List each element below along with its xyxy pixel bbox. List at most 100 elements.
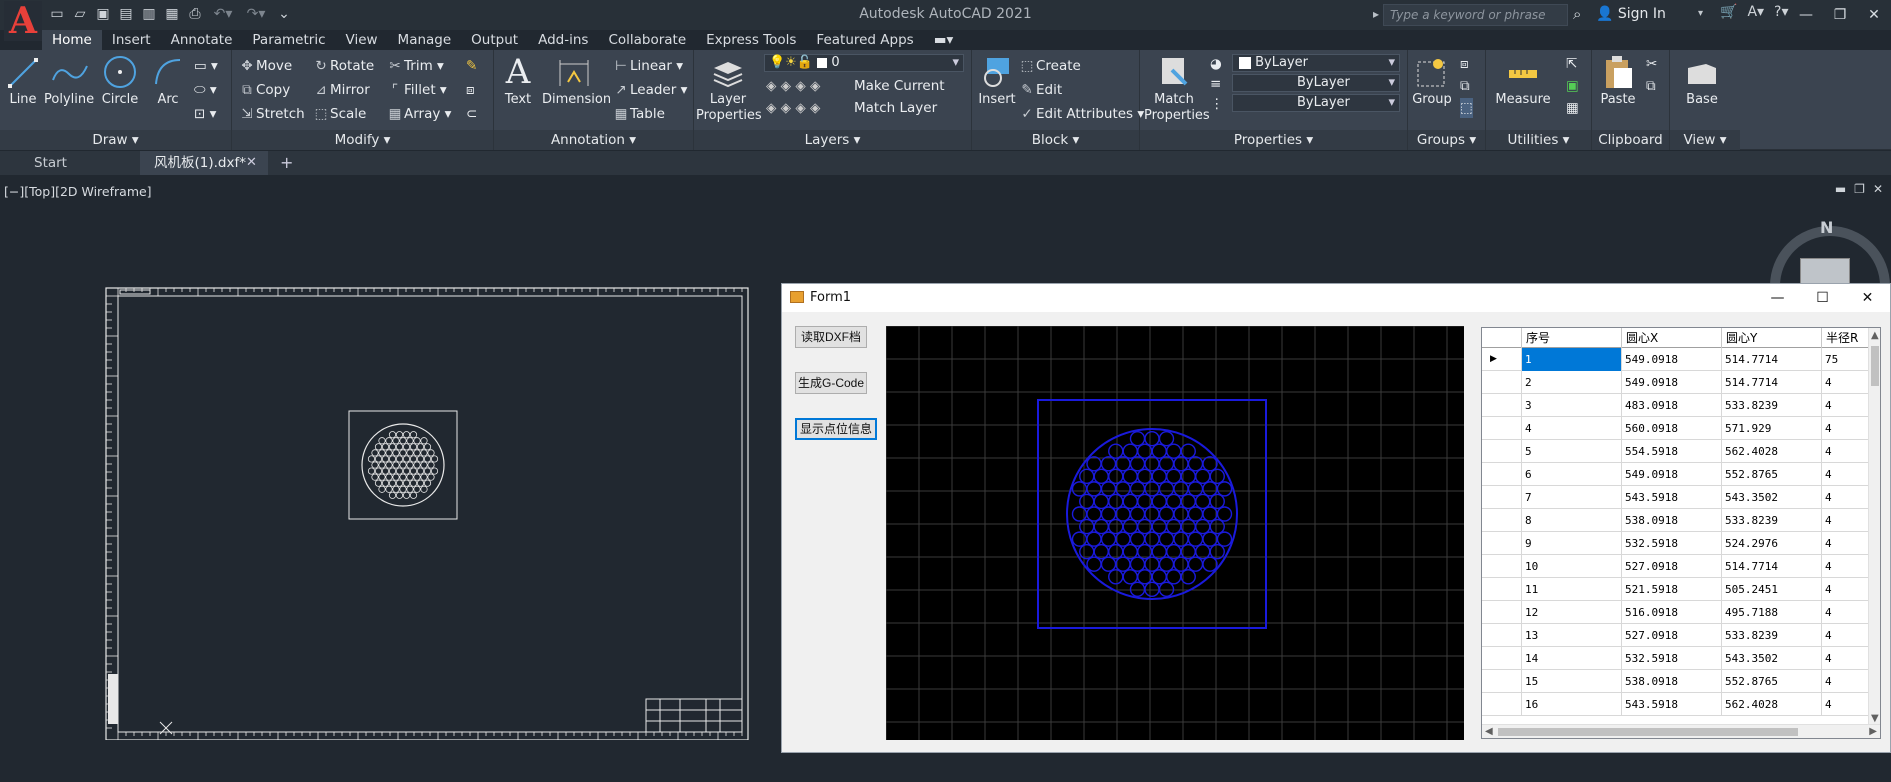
cell-center-y[interactable]: 533.8239: [1722, 509, 1822, 532]
table-row[interactable]: 13 527.0918 533.8239 4: [1482, 624, 1872, 647]
row-header[interactable]: [1482, 647, 1522, 670]
cell-center-x[interactable]: 527.0918: [1622, 555, 1722, 578]
edit-block-button[interactable]: ✎ Edit: [1018, 80, 1062, 100]
arc-button[interactable]: Arc: [150, 54, 186, 108]
cell-center-y[interactable]: 562.4028: [1722, 693, 1822, 716]
cell-index[interactable]: 4: [1522, 417, 1622, 440]
calculator-icon[interactable]: ▦: [1566, 98, 1579, 118]
tab-express-tools[interactable]: Express Tools: [696, 30, 806, 50]
cell-index[interactable]: 15: [1522, 670, 1622, 693]
row-header[interactable]: [1482, 440, 1522, 463]
cell-center-x[interactable]: 554.5918: [1622, 440, 1722, 463]
line-button[interactable]: Line: [6, 54, 40, 108]
table-row[interactable]: 11 521.5918 505.2451 4: [1482, 578, 1872, 601]
viewport-controls-label[interactable]: [−][Top][2D Wireframe]: [4, 184, 152, 199]
row-header[interactable]: [1482, 624, 1522, 647]
row-header[interactable]: [1482, 509, 1522, 532]
grid-horizontal-scrollbar[interactable]: ◀ ▶: [1482, 724, 1880, 738]
copy-button[interactable]: ⧉ Copy: [238, 80, 290, 100]
cell-center-x[interactable]: 543.5918: [1622, 486, 1722, 509]
cell-index[interactable]: 12: [1522, 601, 1622, 624]
grid-vertical-scroll-thumb[interactable]: [1871, 346, 1879, 386]
cell-center-x[interactable]: 532.5918: [1622, 647, 1722, 670]
cell-center-y[interactable]: 533.8239: [1722, 624, 1822, 647]
cell-radius[interactable]: 4: [1822, 394, 1872, 417]
cell-index[interactable]: 5: [1522, 440, 1622, 463]
viewport-minimize-icon[interactable]: ▬: [1835, 182, 1846, 196]
row-header[interactable]: [1482, 555, 1522, 578]
minimize-icon[interactable]: —: [1789, 0, 1823, 30]
cell-center-x[interactable]: 549.0918: [1622, 463, 1722, 486]
group-select-icon[interactable]: ⬚: [1460, 98, 1473, 118]
cell-index[interactable]: 13: [1522, 624, 1622, 647]
text-button[interactable]: A Text: [498, 54, 538, 108]
autocad-logo[interactable]: A: [4, 1, 42, 41]
grid-horizontal-scroll-thumb[interactable]: [1498, 728, 1798, 736]
linetype-dropdown[interactable]: ByLayer: [1232, 94, 1400, 112]
cell-center-y[interactable]: 524.2976: [1722, 532, 1822, 555]
search-expand-icon[interactable]: ▸: [1373, 7, 1379, 21]
ungroup-icon[interactable]: ⧈: [1460, 54, 1469, 74]
measure-button[interactable]: Measure: [1490, 54, 1556, 108]
cell-radius[interactable]: 4: [1822, 486, 1872, 509]
cell-radius[interactable]: 4: [1822, 417, 1872, 440]
cell-center-x[interactable]: 521.5918: [1622, 578, 1722, 601]
cell-center-y[interactable]: 552.8765: [1722, 463, 1822, 486]
layer-properties-button[interactable]: Layer Properties: [696, 54, 762, 124]
move-button[interactable]: ✥ Move: [238, 56, 292, 76]
cell-radius[interactable]: 4: [1822, 509, 1872, 532]
layers-panel-title[interactable]: Layers ▾: [694, 130, 971, 150]
drawing-sheet[interactable]: [100, 284, 756, 740]
utilities-panel-title[interactable]: Utilities ▾: [1486, 130, 1591, 150]
mirror-button[interactable]: ⊿ Mirror: [312, 80, 369, 100]
array-button[interactable]: ▦ Array ▾: [386, 104, 452, 124]
close-icon[interactable]: ✕: [1857, 0, 1891, 30]
cell-center-x[interactable]: 538.0918: [1622, 670, 1722, 693]
row-header[interactable]: [1482, 601, 1522, 624]
tab-annotate[interactable]: Annotate: [161, 30, 243, 50]
clipboard-panel-title[interactable]: Clipboard: [1592, 130, 1669, 150]
tab-parametric[interactable]: Parametric: [242, 30, 335, 50]
row-header[interactable]: ▶: [1482, 348, 1522, 371]
row-header[interactable]: [1482, 532, 1522, 555]
cell-center-y[interactable]: 543.3502: [1722, 647, 1822, 670]
base-view-button[interactable]: Base: [1680, 54, 1724, 108]
restore-icon[interactable]: ❐: [1823, 0, 1857, 30]
table-row[interactable]: 8 538.0918 533.8239 4: [1482, 509, 1872, 532]
scroll-left-icon[interactable]: ◀: [1485, 726, 1493, 737]
cell-index[interactable]: 10: [1522, 555, 1622, 578]
cell-radius[interactable]: 75: [1822, 348, 1872, 371]
cell-radius[interactable]: 4: [1822, 463, 1872, 486]
modify-panel-title[interactable]: Modify ▾: [232, 130, 493, 150]
edit-attributes-button[interactable]: ✓ Edit Attributes ▾: [1018, 104, 1144, 124]
cell-center-x[interactable]: 516.0918: [1622, 601, 1722, 624]
help-icon[interactable]: ?▾: [1774, 4, 1788, 20]
column-header-center-y[interactable]: 圆心Y: [1722, 328, 1822, 348]
form-close-icon[interactable]: ✕: [1845, 284, 1890, 312]
select-all-icon[interactable]: ▣: [1566, 76, 1579, 96]
table-row[interactable]: 16 543.5918 562.4028 4: [1482, 693, 1872, 716]
row-header[interactable]: [1482, 670, 1522, 693]
cell-center-x[interactable]: 549.0918: [1622, 371, 1722, 394]
erase-icon[interactable]: ✎: [466, 56, 477, 76]
table-row[interactable]: 5 554.5918 562.4028 4: [1482, 440, 1872, 463]
rectangle-icon[interactable]: ▭ ▾: [194, 56, 218, 76]
cell-index[interactable]: 14: [1522, 647, 1622, 670]
cell-radius[interactable]: 4: [1822, 647, 1872, 670]
block-panel-title[interactable]: Block ▾: [972, 130, 1139, 150]
cell-index[interactable]: 16: [1522, 693, 1622, 716]
polyline-button[interactable]: Polyline: [44, 54, 94, 108]
circle-button[interactable]: Circle: [100, 54, 140, 108]
table-row[interactable]: 7 543.5918 543.3502 4: [1482, 486, 1872, 509]
cell-index[interactable]: 3: [1522, 394, 1622, 417]
form-maximize-icon[interactable]: ☐: [1800, 284, 1845, 312]
tab-insert[interactable]: Insert: [102, 30, 161, 50]
table-row[interactable]: 14 532.5918 543.3502 4: [1482, 647, 1872, 670]
column-header-radius[interactable]: 半径R: [1822, 328, 1872, 348]
cell-center-y[interactable]: 552.8765: [1722, 670, 1822, 693]
match-properties-button[interactable]: Match Properties: [1144, 54, 1210, 124]
cell-center-x[interactable]: 549.0918: [1622, 348, 1722, 371]
cell-center-x[interactable]: 538.0918: [1622, 509, 1722, 532]
cell-index[interactable]: 6: [1522, 463, 1622, 486]
paste-button[interactable]: Paste: [1596, 54, 1640, 108]
